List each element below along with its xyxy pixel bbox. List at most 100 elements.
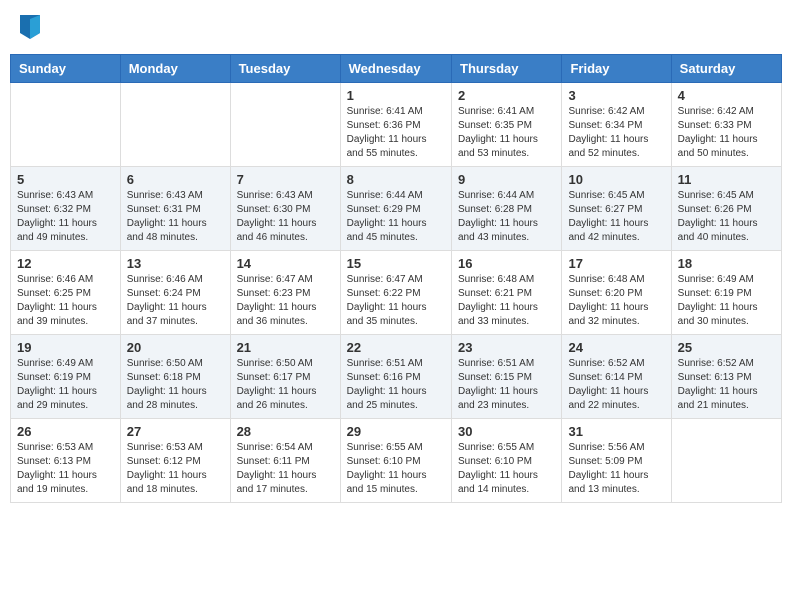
day-number: 3 <box>568 88 664 103</box>
column-header-sunday: Sunday <box>11 55 121 83</box>
day-number: 27 <box>127 424 224 439</box>
calendar-cell <box>671 419 781 503</box>
day-info: Sunrise: 6:44 AM Sunset: 6:29 PM Dayligh… <box>347 189 445 245</box>
calendar-cell: 14Sunrise: 6:47 AM Sunset: 6:23 PM Dayli… <box>230 251 340 335</box>
calendar-cell: 20 Sunrise: 6:50 AM Sunset: 6:18 PM Dayli… <box>120 335 230 419</box>
calendar-cell: 16 Sunrise: 6:48 AM Sunset: 6:21 PM Dayli… <box>452 251 562 335</box>
day-number: 8 <box>347 172 445 187</box>
day-info: Sunrise: 6:48 AM Sunset: 6:20 PM Dayligh… <box>568 273 664 329</box>
calendar-cell <box>230 83 340 167</box>
calendar-week-row: 26 Sunrise: 6:53 AM Sunset: 6:13 PM Dayli… <box>11 419 782 503</box>
day-info: Sunrise: 5:56 AM Sunset: 5:09 PM Dayligh… <box>568 441 664 497</box>
calendar-cell: 2 Sunrise: 6:41 AM Sunset: 6:35 PM Daylig… <box>452 83 562 167</box>
day-info: Sunrise: 6:42 AM Sunset: 6:34 PM Dayligh… <box>568 105 664 161</box>
day-number: 12 <box>17 256 114 271</box>
day-info: Sunrise: 6:42 AM Sunset: 6:33 PM Dayligh… <box>678 105 775 161</box>
day-info: Sunrise: 6:41 AM Sunset: 6:35 PM Dayligh… <box>458 105 555 161</box>
calendar-cell: 5 Sunrise: 6:43 AM Sunset: 6:32 PM Daylig… <box>11 167 121 251</box>
calendar-cell: 15 Sunrise: 6:47 AM Sunset: 6:22 PM Dayli… <box>340 251 451 335</box>
day-info: Sunrise: 6:50 AM Sunset: 6:18 PM Dayligh… <box>127 357 224 413</box>
day-number: 19 <box>17 340 114 355</box>
calendar-cell: 25Sunrise: 6:52 AM Sunset: 6:13 PM Dayli… <box>671 335 781 419</box>
day-number: 2 <box>458 88 555 103</box>
day-info: Sunrise: 6:51 AM Sunset: 6:16 PM Dayligh… <box>347 357 445 413</box>
calendar-cell: 27 Sunrise: 6:53 AM Sunset: 6:12 PM Dayli… <box>120 419 230 503</box>
day-number: 5 <box>17 172 114 187</box>
day-info: Sunrise: 6:49 AM Sunset: 6:19 PM Dayligh… <box>17 357 114 413</box>
calendar-cell: 11 Sunrise: 6:45 AM Sunset: 6:26 PM Dayli… <box>671 167 781 251</box>
day-info: Sunrise: 6:53 AM Sunset: 6:12 PM Dayligh… <box>127 441 224 497</box>
day-info: Sunrise: 6:46 AM Sunset: 6:24 PM Dayligh… <box>127 273 224 329</box>
day-info: Sunrise: 6:47 AM Sunset: 6:22 PM Dayligh… <box>347 273 445 329</box>
day-info: Sunrise: 6:45 AM Sunset: 6:26 PM Dayligh… <box>678 189 775 245</box>
calendar-cell: 12 Sunrise: 6:46 AM Sunset: 6:25 PM Dayli… <box>11 251 121 335</box>
calendar-cell: 23 Sunrise: 6:51 AM Sunset: 6:15 PM Dayli… <box>452 335 562 419</box>
day-number: 13 <box>127 256 224 271</box>
column-header-saturday: Saturday <box>671 55 781 83</box>
calendar-cell: 30 Sunrise: 6:55 AM Sunset: 6:10 PM Dayli… <box>452 419 562 503</box>
day-number: 9 <box>458 172 555 187</box>
logo-icon <box>20 15 40 39</box>
day-info: Sunrise: 6:51 AM Sunset: 6:15 PM Dayligh… <box>458 357 555 413</box>
column-header-tuesday: Tuesday <box>230 55 340 83</box>
day-number: 22 <box>347 340 445 355</box>
calendar-cell <box>11 83 121 167</box>
day-number: 16 <box>458 256 555 271</box>
calendar-week-row: 19 Sunrise: 6:49 AM Sunset: 6:19 PM Dayli… <box>11 335 782 419</box>
day-number: 28 <box>237 424 334 439</box>
day-info: Sunrise: 6:46 AM Sunset: 6:25 PM Dayligh… <box>17 273 114 329</box>
calendar-table: SundayMondayTuesdayWednesdayThursdayFrid… <box>10 54 782 503</box>
calendar-cell: 22 Sunrise: 6:51 AM Sunset: 6:16 PM Dayli… <box>340 335 451 419</box>
day-number: 26 <box>17 424 114 439</box>
calendar-cell: 19 Sunrise: 6:49 AM Sunset: 6:19 PM Dayli… <box>11 335 121 419</box>
day-number: 30 <box>458 424 555 439</box>
day-number: 29 <box>347 424 445 439</box>
day-info: Sunrise: 6:45 AM Sunset: 6:27 PM Dayligh… <box>568 189 664 245</box>
day-number: 23 <box>458 340 555 355</box>
day-info: Sunrise: 6:55 AM Sunset: 6:10 PM Dayligh… <box>458 441 555 497</box>
column-header-monday: Monday <box>120 55 230 83</box>
calendar-week-row: 12 Sunrise: 6:46 AM Sunset: 6:25 PM Dayli… <box>11 251 782 335</box>
day-info: Sunrise: 6:52 AM Sunset: 6:14 PM Dayligh… <box>568 357 664 413</box>
day-number: 15 <box>347 256 445 271</box>
day-number: 1 <box>347 88 445 103</box>
day-number: 25 <box>678 340 775 355</box>
day-number: 31 <box>568 424 664 439</box>
column-header-wednesday: Wednesday <box>340 55 451 83</box>
day-number: 6 <box>127 172 224 187</box>
column-header-friday: Friday <box>562 55 671 83</box>
day-info: Sunrise: 6:43 AM Sunset: 6:32 PM Dayligh… <box>17 189 114 245</box>
calendar-cell: 26 Sunrise: 6:53 AM Sunset: 6:13 PM Dayli… <box>11 419 121 503</box>
day-number: 11 <box>678 172 775 187</box>
day-info: Sunrise: 6:53 AM Sunset: 6:13 PM Dayligh… <box>17 441 114 497</box>
day-number: 20 <box>127 340 224 355</box>
logo <box>20 15 42 39</box>
day-info: Sunrise: 6:43 AM Sunset: 6:31 PM Dayligh… <box>127 189 224 245</box>
column-header-thursday: Thursday <box>452 55 562 83</box>
calendar-cell: 24Sunrise: 6:52 AM Sunset: 6:14 PM Dayli… <box>562 335 671 419</box>
day-info: Sunrise: 6:50 AM Sunset: 6:17 PM Dayligh… <box>237 357 334 413</box>
day-number: 17 <box>568 256 664 271</box>
calendar-cell: 7 Sunrise: 6:43 AM Sunset: 6:30 PM Daylig… <box>230 167 340 251</box>
day-info: Sunrise: 6:43 AM Sunset: 6:30 PM Dayligh… <box>237 189 334 245</box>
calendar-header-row: SundayMondayTuesdayWednesdayThursdayFrid… <box>11 55 782 83</box>
page-header <box>10 10 782 44</box>
day-info: Sunrise: 6:55 AM Sunset: 6:10 PM Dayligh… <box>347 441 445 497</box>
day-number: 4 <box>678 88 775 103</box>
calendar-cell: 10 Sunrise: 6:45 AM Sunset: 6:27 PM Dayli… <box>562 167 671 251</box>
calendar-week-row: 1 Sunrise: 6:41 AM Sunset: 6:36 PM Daylig… <box>11 83 782 167</box>
calendar-cell: 9Sunrise: 6:44 AM Sunset: 6:28 PM Daylig… <box>452 167 562 251</box>
calendar-cell: 29 Sunrise: 6:55 AM Sunset: 6:10 PM Dayli… <box>340 419 451 503</box>
calendar-cell: 21 Sunrise: 6:50 AM Sunset: 6:17 PM Dayli… <box>230 335 340 419</box>
calendar-cell: 13 Sunrise: 6:46 AM Sunset: 6:24 PM Dayli… <box>120 251 230 335</box>
calendar-cell: 17 Sunrise: 6:48 AM Sunset: 6:20 PM Dayli… <box>562 251 671 335</box>
day-info: Sunrise: 6:47 AM Sunset: 6:23 PM Dayligh… <box>237 273 334 329</box>
day-info: Sunrise: 6:49 AM Sunset: 6:19 PM Dayligh… <box>678 273 775 329</box>
calendar-cell: 8 Sunrise: 6:44 AM Sunset: 6:29 PM Daylig… <box>340 167 451 251</box>
day-number: 10 <box>568 172 664 187</box>
calendar-cell <box>120 83 230 167</box>
day-info: Sunrise: 6:48 AM Sunset: 6:21 PM Dayligh… <box>458 273 555 329</box>
day-number: 21 <box>237 340 334 355</box>
day-info: Sunrise: 6:41 AM Sunset: 6:36 PM Dayligh… <box>347 105 445 161</box>
day-number: 7 <box>237 172 334 187</box>
